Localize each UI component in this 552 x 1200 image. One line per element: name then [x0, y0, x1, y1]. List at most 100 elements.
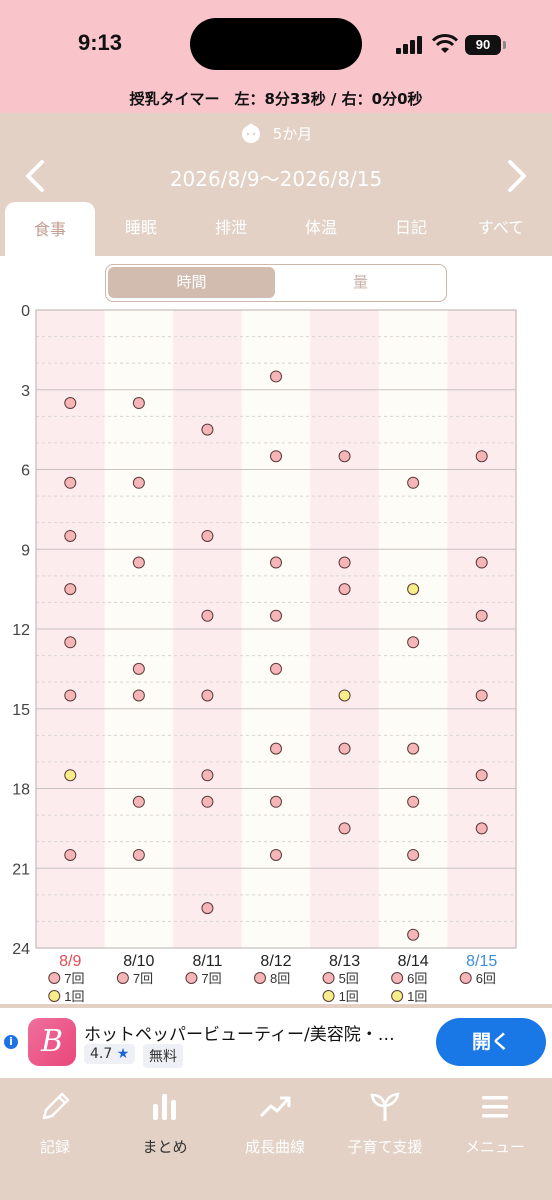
- legend-pink-dot: [48, 972, 61, 984]
- ad-open-button[interactable]: 開く: [436, 1018, 546, 1066]
- feeding-point-pink: [475, 450, 488, 463]
- ad-rating: 4.7 ★: [84, 1044, 136, 1064]
- nav-menu-label: メニュー: [464, 1138, 525, 1156]
- legend-yellow-dot: [48, 990, 61, 1002]
- pink-count-label: 6回: [476, 971, 496, 986]
- baby-age: 5か月: [272, 124, 313, 143]
- tab-diary[interactable]: 日記: [366, 200, 456, 256]
- x-tick-label: 8/13: [329, 953, 360, 970]
- feeding-point-pink: [270, 556, 282, 569]
- tab-all[interactable]: すべて: [456, 200, 546, 256]
- feeding-point-pink: [270, 742, 282, 755]
- ad-title: ホットペッパービューティー/美容院・…: [84, 1025, 395, 1045]
- feeding-point-pink: [132, 689, 145, 702]
- pink-count-label: 8回: [270, 971, 290, 986]
- feeding-point-pink: [64, 529, 77, 542]
- feeding-point-pink: [132, 795, 145, 808]
- summary-content: 時間 量 0 3 6 9 12 15 18 21 24 8/9 7回 1回 8/10 7回 8/11 7回 8/…: [0, 256, 552, 1004]
- legend-pink-dot: [391, 972, 404, 984]
- y-tick-label: 9: [21, 542, 30, 559]
- nav-menu[interactable]: メニュー: [440, 1090, 550, 1157]
- feeding-point-pink: [270, 848, 282, 861]
- battery-indicator: 90: [465, 35, 501, 55]
- y-tick-label: 15: [12, 702, 30, 719]
- pink-count-label: 7回: [201, 971, 221, 986]
- feeding-point-pink: [338, 583, 351, 596]
- legend-pink-dot: [185, 972, 198, 984]
- tab-temperature[interactable]: 体温: [276, 200, 366, 256]
- nav-childcare-support[interactable]: 子育て支援: [330, 1090, 440, 1157]
- yellow-count-label: 1回: [64, 989, 84, 1004]
- y-tick-label: 6: [21, 463, 30, 480]
- status-time: 9:13: [78, 30, 123, 55]
- nav-record[interactable]: 記録: [0, 1090, 110, 1157]
- feeding-point-yellow: [407, 583, 420, 596]
- nav-summary-label: まとめ: [142, 1138, 188, 1156]
- ad-banner[interactable]: i B ホットペッパービューティー/美容院・… 4.7 ★ 無料 開く: [0, 1008, 552, 1078]
- feeding-point-pink: [407, 848, 420, 861]
- sprout-icon: [370, 1092, 400, 1121]
- x-tick-label: 8/14: [398, 953, 429, 970]
- category-tabs: 食事 睡眠 排泄 体温 日記 すべて: [0, 200, 552, 256]
- ad-info-icon[interactable]: i: [4, 1035, 18, 1049]
- feeding-point-pink: [64, 476, 77, 489]
- nursing-timer-text[interactable]: 授乳タイマー 左：8分33秒 / 右：0分0秒: [0, 88, 552, 109]
- feeding-point-pink: [338, 822, 351, 835]
- feeding-time-chart: 036912151821248/97回1回8/107回8/117回8/128回8…: [12, 303, 517, 1004]
- signal-icon: [396, 36, 422, 54]
- y-tick-label: 21: [12, 861, 30, 878]
- pink-count-label: 7回: [64, 971, 84, 986]
- date-range: 2026/8/9〜2026/8/15: [169, 167, 383, 191]
- feeding-point-pink: [201, 902, 214, 915]
- nav-growth-curve-label: 成長曲線: [244, 1138, 305, 1156]
- feeding-point-pink: [270, 609, 282, 622]
- ad-price: 無料: [143, 1044, 183, 1068]
- battery-tip: [503, 41, 506, 49]
- feeding-point-pink: [475, 609, 488, 622]
- feeding-point-pink: [407, 476, 420, 489]
- feeding-point-pink: [201, 423, 214, 436]
- feeding-point-pink: [64, 583, 77, 596]
- menu-icon: [482, 1096, 508, 1118]
- tab-meal[interactable]: 食事: [5, 202, 95, 256]
- legend-yellow-dot: [322, 990, 335, 1002]
- yellow-count-label: 1回: [339, 989, 359, 1004]
- feeding-point-pink: [338, 556, 351, 569]
- y-tick-label: 12: [12, 622, 30, 639]
- ad-rating-value: 4.7: [90, 1046, 113, 1062]
- feeding-point-pink: [64, 848, 77, 861]
- feeding-point-pink: [475, 822, 488, 835]
- feeding-point-pink: [270, 795, 282, 808]
- yellow-count-label: 1回: [407, 989, 427, 1004]
- feeding-point-pink: [201, 609, 214, 622]
- feeding-point-pink: [64, 689, 77, 702]
- pencil-icon: [42, 1092, 70, 1120]
- pink-count-label: 7回: [133, 971, 153, 986]
- baby-age-row: 5か月: [0, 122, 552, 148]
- nav-growth-curve[interactable]: 成長曲線: [220, 1090, 330, 1157]
- ad-app-logo: B: [28, 1018, 76, 1066]
- nav-summary[interactable]: まとめ: [110, 1090, 220, 1157]
- tab-excretion[interactable]: 排泄: [186, 200, 276, 256]
- feeding-point-pink: [338, 450, 351, 463]
- tab-sleep[interactable]: 睡眠: [96, 200, 186, 256]
- feeding-point-pink: [270, 370, 282, 383]
- next-week-arrow-icon[interactable]: [502, 158, 532, 194]
- feeding-point-pink: [270, 662, 282, 675]
- feeding-point-pink: [201, 769, 214, 782]
- feeding-point-pink: [201, 529, 214, 542]
- x-tick-label: 8/9: [59, 953, 81, 970]
- feeding-point-pink: [407, 795, 420, 808]
- feeding-point-pink: [132, 662, 145, 675]
- feeding-point-pink: [201, 689, 214, 702]
- feeding-point-pink: [64, 397, 77, 410]
- trend-up-icon: [259, 1096, 291, 1118]
- y-tick-label: 0: [21, 303, 30, 320]
- feeding-point-pink: [475, 556, 488, 569]
- wifi-icon: [432, 34, 458, 53]
- feeding-point-pink: [475, 769, 488, 782]
- feeding-point-pink: [338, 742, 351, 755]
- feeding-point-pink: [132, 476, 145, 489]
- bar-chart-icon: [153, 1094, 176, 1120]
- status-bar: 9:13 90 授乳タイマー 左：8分33秒 / 右：0分0秒: [0, 0, 552, 113]
